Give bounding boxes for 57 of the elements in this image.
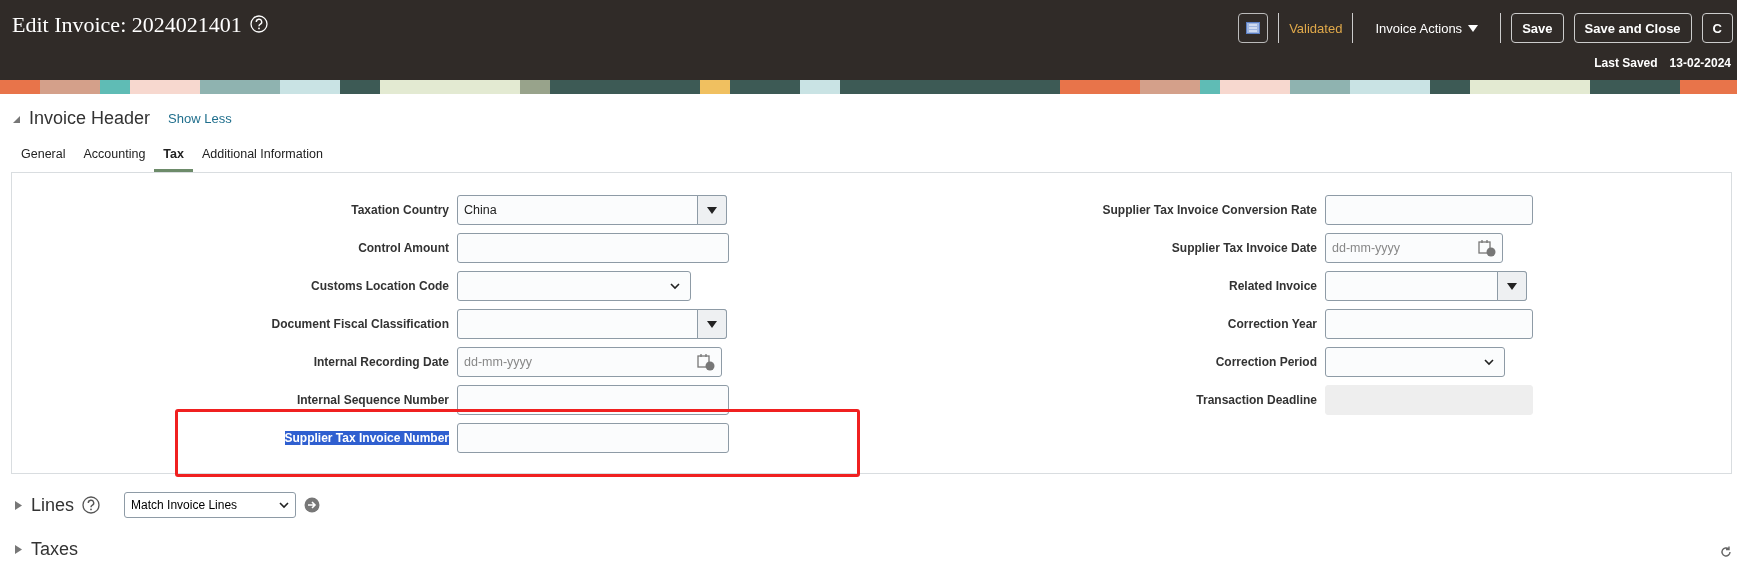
tab[interactable]: General [12, 141, 75, 172]
field-label: Related Invoice [1228, 279, 1317, 293]
show-less-link[interactable]: Show Less [168, 111, 232, 126]
section-title: Lines [31, 494, 75, 516]
chevron-icon [279, 501, 290, 509]
input-field[interactable] [1325, 309, 1533, 339]
help-icon[interactable] [82, 496, 101, 514]
input-field[interactable] [457, 233, 729, 263]
calendar-icon[interactable] [697, 353, 715, 371]
input-field[interactable] [1325, 195, 1533, 225]
expand-icon[interactable] [14, 499, 23, 511]
caret-icon [707, 206, 717, 214]
field-label: Internal Recording Date [313, 355, 449, 369]
tab[interactable]: Accounting [74, 141, 155, 172]
combo-box[interactable]: China [457, 195, 727, 225]
dropdown[interactable] [1325, 347, 1505, 377]
expand-icon[interactable] [14, 543, 23, 555]
header-button[interactable]: C [1701, 13, 1733, 43]
tab[interactable]: Tax [154, 141, 193, 172]
field-label: Control Amount [358, 241, 449, 255]
date-field[interactable]: dd-mm-yyyy [1325, 233, 1503, 263]
field-label: Supplier Tax Invoice Date [1171, 241, 1317, 255]
list-icon [1246, 22, 1261, 34]
combo-box[interactable] [457, 309, 727, 339]
field-label: Taxation Country [351, 203, 449, 217]
dropdown[interactable] [457, 271, 691, 301]
header-button[interactable]: Save and Close [1573, 13, 1692, 43]
field-label: Correction Period [1215, 355, 1317, 369]
header-button[interactable]: Save [1511, 13, 1564, 43]
field-label: Supplier Tax Invoice Conversion Rate [1102, 203, 1317, 217]
field-label: Transaction Deadline [1196, 393, 1317, 407]
page-title: Edit Invoice: 2024021401 [12, 11, 242, 38]
combo-box[interactable] [1325, 271, 1527, 301]
status-text: Validated [1289, 20, 1343, 36]
caret-icon [707, 320, 717, 328]
caret-icon [1507, 282, 1517, 290]
field-label: Internal Sequence Number [296, 393, 449, 407]
section-title: Invoice Header [29, 108, 151, 129]
calendar-icon[interactable] [1478, 239, 1496, 257]
refresh-icon[interactable] [1719, 545, 1733, 559]
section-title: Taxes [31, 538, 79, 560]
field-label: Correction Year [1227, 317, 1317, 331]
go-icon[interactable] [304, 497, 321, 513]
last-saved-value: 13-02-2024 [1669, 56, 1731, 70]
field-label: Document Fiscal Classification [271, 317, 449, 331]
tab[interactable]: Additional Information [192, 141, 332, 172]
input-field[interactable] [457, 423, 729, 453]
lines-dropdown[interactable]: Match Invoice Lines [124, 492, 297, 518]
chevron-icon [670, 282, 680, 290]
chevron-icon [1484, 358, 1494, 366]
field-label: Customs Location Code [311, 279, 449, 293]
view-button[interactable] [1238, 13, 1269, 43]
field-label: Supplier Tax Invoice Number [284, 431, 449, 445]
caret-icon [1468, 24, 1479, 32]
actions-menu[interactable]: Invoice Actions [1363, 20, 1491, 36]
date-field[interactable]: dd-mm-yyyy [457, 347, 722, 377]
last-saved-label: Last Saved [1594, 56, 1658, 70]
